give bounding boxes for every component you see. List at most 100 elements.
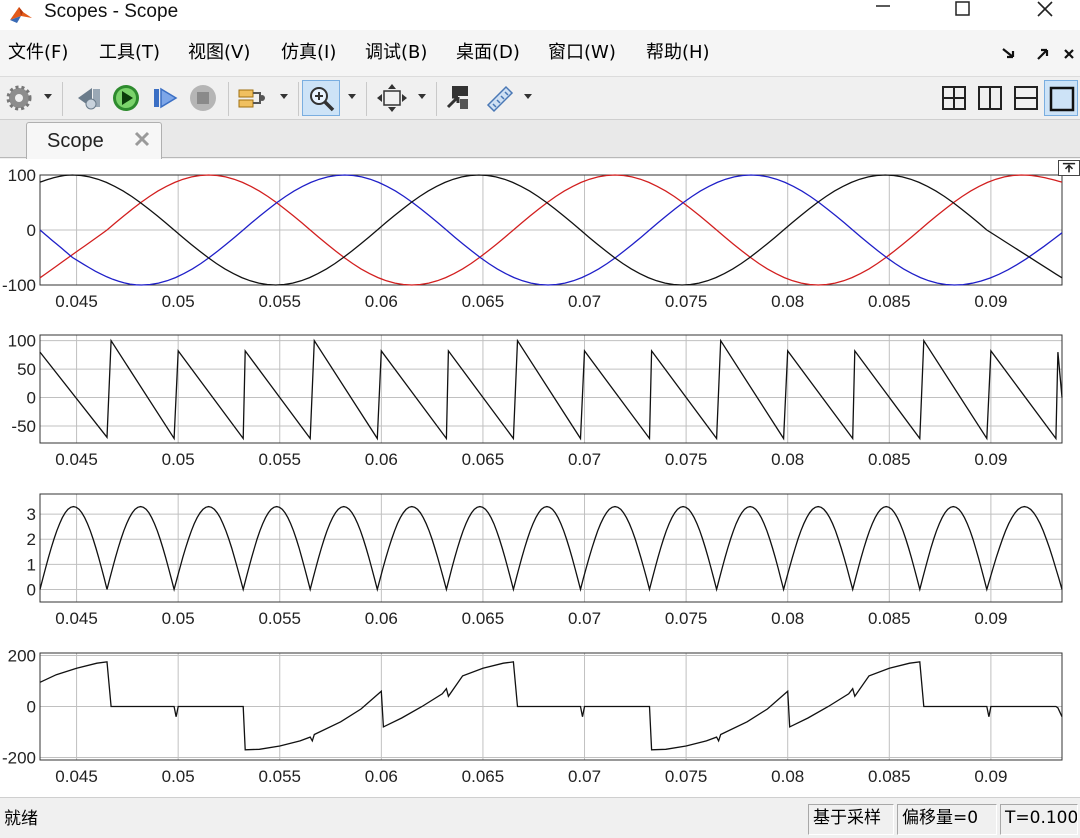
fit-axes-icon[interactable]	[376, 83, 408, 113]
x-tick-label: 0.07	[568, 767, 601, 786]
status-bar: 就绪 基于采样 偏移量=0 T=0.100	[0, 797, 1080, 838]
x-tick-label: 0.065	[462, 767, 505, 786]
menu-help[interactable]: 帮助(H)	[646, 41, 710, 65]
menu-debug[interactable]: 调试(B)	[365, 41, 427, 65]
series-line-3-1	[39, 505, 1063, 592]
close-figure-icon[interactable]	[1062, 46, 1076, 62]
x-tick-label: 0.06	[365, 609, 398, 628]
x-tick-label: 0.07	[568, 450, 601, 469]
x-tick-label: 0.09	[974, 292, 1007, 311]
x-tick-label: 0.05	[162, 450, 195, 469]
zoom-dropdown-icon[interactable]	[348, 94, 356, 99]
menu-view[interactable]: 视图(V)	[188, 41, 250, 65]
triggers-icon[interactable]	[236, 83, 268, 113]
x-tick-label: 0.085	[868, 450, 911, 469]
layout-single-icon	[1049, 86, 1075, 112]
dock-arrow-icon[interactable]	[1000, 46, 1018, 62]
minimize-button[interactable]	[854, 0, 910, 24]
tab-strip: Scope	[0, 120, 1080, 159]
step-back-icon[interactable]	[72, 83, 104, 113]
x-tick-label: 0.075	[665, 767, 708, 786]
x-tick-label: 0.08	[771, 292, 804, 311]
tab-close-icon[interactable]	[133, 130, 151, 148]
matlab-logo-icon	[10, 7, 32, 23]
y-tick-label: 0	[27, 389, 36, 408]
stop-icon[interactable]	[188, 83, 218, 113]
x-tick-label: 0.055	[258, 450, 301, 469]
x-tick-label: 0.06	[365, 450, 398, 469]
status-sample-mode: 基于采样	[808, 804, 894, 835]
x-tick-label: 0.08	[771, 767, 804, 786]
x-tick-label: 0.065	[462, 292, 505, 311]
layout-rows-icon[interactable]	[1012, 83, 1040, 113]
settings-dropdown-icon[interactable]	[44, 94, 52, 99]
x-tick-label: 0.085	[868, 767, 911, 786]
x-tick-label: 0.055	[258, 767, 301, 786]
y-tick-label: -200	[2, 748, 36, 767]
menu-file[interactable]: 文件(F)	[8, 41, 68, 65]
x-tick-label: 0.075	[665, 609, 708, 628]
menu-desktop[interactable]: 桌面(D)	[456, 41, 520, 65]
x-tick-label: 0.09	[974, 767, 1007, 786]
y-tick-label: -50	[11, 417, 36, 436]
menu-tools[interactable]: 工具(T)	[99, 41, 160, 65]
tab-scope[interactable]: Scope	[26, 122, 162, 159]
undock-arrow-icon[interactable]	[1034, 46, 1052, 62]
x-tick-label: 0.08	[771, 450, 804, 469]
x-tick-label: 0.045	[55, 609, 98, 628]
y-tick-label: 200	[8, 647, 36, 666]
menu-simulation[interactable]: 仿真(I)	[281, 41, 336, 65]
x-tick-label: 0.07	[568, 292, 601, 311]
y-tick-label: 0	[27, 698, 36, 717]
expand-axes-icon[interactable]	[1058, 160, 1080, 176]
x-tick-label: 0.08	[771, 609, 804, 628]
window-title: Scopes - Scope	[44, 1, 179, 22]
status-ready: 就绪	[4, 809, 38, 829]
x-tick-label: 0.085	[868, 292, 911, 311]
x-tick-label: 0.09	[974, 450, 1007, 469]
x-tick-label: 0.09	[974, 609, 1007, 628]
close-window-button[interactable]	[1016, 0, 1072, 24]
highlight-block-icon[interactable]	[444, 83, 474, 113]
fit-dropdown-icon[interactable]	[418, 94, 426, 99]
x-tick-label: 0.085	[868, 609, 911, 628]
scope-display-area[interactable]: 0.045 0.05 0.055 0.06 0.065 0.07 0.075 0.08 0.08…	[0, 159, 1080, 797]
y-tick-label: 100	[8, 332, 36, 351]
y-tick-label: 1	[27, 555, 36, 574]
layout-2x2-icon[interactable]	[940, 83, 968, 113]
y-tick-label: 50	[17, 360, 36, 379]
title-bar: Scopes - Scope	[0, 0, 1080, 30]
series-line-2-1	[39, 338, 1063, 441]
toolbar-separator	[366, 82, 367, 116]
y-tick-label: 0	[27, 580, 36, 599]
status-offset: 偏移量=0	[897, 804, 997, 835]
x-tick-label: 0.045	[55, 292, 98, 311]
scope-plots[interactable]: 0.045 0.05 0.055 0.06 0.065 0.07 0.075 0.08 0.08…	[0, 159, 1080, 797]
series-line-4-1	[39, 661, 1063, 751]
menu-bar: 文件(F) 工具(T) 视图(V) 仿真(I) 调试(B) 桌面(D) 窗口(W…	[0, 30, 1080, 76]
measurements-icon[interactable]	[484, 83, 516, 113]
x-tick-label: 0.065	[462, 609, 505, 628]
y-tick-label: 100	[8, 166, 36, 185]
toolbar	[0, 76, 1080, 120]
toolbar-separator	[228, 82, 229, 116]
step-forward-icon[interactable]	[150, 83, 180, 113]
y-tick-label: 0	[27, 221, 36, 240]
x-tick-label: 0.06	[365, 767, 398, 786]
layout-single-button[interactable]	[1044, 80, 1078, 116]
run-icon[interactable]	[110, 83, 142, 113]
triggers-dropdown-icon[interactable]	[280, 94, 288, 99]
layout-columns-icon[interactable]	[976, 83, 1004, 113]
maximize-button[interactable]	[934, 0, 990, 24]
settings-icon[interactable]	[4, 83, 34, 113]
menu-window[interactable]: 窗口(W)	[548, 41, 616, 65]
zoom-in-button[interactable]	[302, 80, 340, 116]
x-tick-label: 0.06	[365, 292, 398, 311]
x-tick-label: 0.045	[55, 767, 98, 786]
status-time: T=0.100	[1000, 804, 1078, 835]
measurements-dropdown-icon[interactable]	[524, 94, 532, 99]
x-tick-label: 0.065	[462, 450, 505, 469]
x-tick-label: 0.05	[162, 767, 195, 786]
x-tick-label: 0.07	[568, 609, 601, 628]
x-tick-label: 0.05	[162, 292, 195, 311]
